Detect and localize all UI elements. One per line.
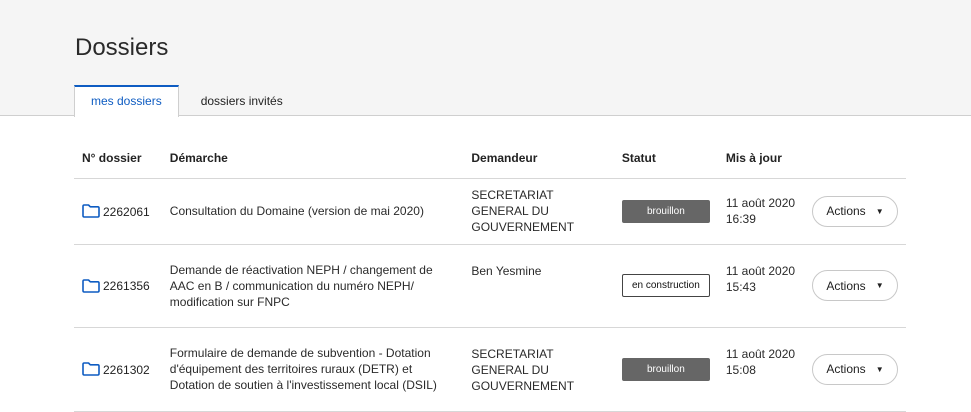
actions-button[interactable]: Actions ▼ (811, 270, 898, 301)
folder-icon (82, 362, 100, 377)
updated-date: 11 août 2020 (725, 196, 796, 210)
demandeur-cell[interactable]: SECRETARIAT GENERAL DU GOUVERNEMENT (463, 178, 614, 245)
dossier-number[interactable]: 2262061 (103, 204, 150, 218)
statut-cell[interactable]: brouillon (613, 327, 718, 412)
dossier-number-cell[interactable]: 2261302 (74, 327, 162, 412)
actions-cell: Actions ▼ (803, 327, 906, 412)
dossier-number-cell[interactable]: 2262061 (74, 178, 162, 245)
header-statut[interactable]: Statut (613, 138, 718, 179)
demarche-cell[interactable]: Demande de réactivation NEPH / changemen… (161, 244, 464, 328)
caret-down-icon: ▼ (875, 206, 884, 216)
tab-mes-dossiers[interactable]: mes dossiers (74, 85, 179, 117)
dossiers-table: N° dossier Démarche Demandeur Statut Mis… (74, 138, 906, 412)
caret-down-icon: ▼ (875, 364, 884, 374)
tab-dossiers-invites[interactable]: dossiers invités (184, 85, 300, 116)
dossier-number[interactable]: 2261356 (103, 279, 150, 293)
table-row[interactable]: 2262061 Consultation du Domaine (version… (74, 178, 906, 245)
header-numero[interactable]: N° dossier (74, 138, 162, 179)
demarche-cell[interactable]: Consultation du Domaine (version de mai … (161, 178, 464, 245)
header-actions (803, 138, 906, 179)
dossier-number-cell[interactable]: 2261356 (74, 244, 162, 328)
updated-cell[interactable]: 11 août 2020 15:08 (717, 327, 804, 412)
header-demarche[interactable]: Démarche (161, 138, 464, 179)
page-header: Dossiers mes dossiers dossiers invités (0, 0, 971, 117)
demandeur-cell[interactable]: SECRETARIAT GENERAL DU GOUVERNEMENT (463, 327, 614, 412)
folder-icon (82, 204, 100, 219)
updated-date: 11 août 2020 (725, 346, 796, 361)
caret-down-icon: ▼ (875, 281, 884, 290)
actions-button[interactable]: Actions ▼ (811, 353, 898, 385)
actions-cell: Actions ▼ (803, 244, 906, 328)
statut-cell[interactable]: en construction (613, 244, 718, 328)
actions-label: Actions (826, 278, 866, 293)
updated-cell[interactable]: 11 août 2020 16:39 (717, 178, 804, 245)
status-badge: en construction (621, 274, 710, 297)
actions-label: Actions (826, 204, 866, 218)
updated-time: 16:39 (725, 212, 756, 226)
actions-label: Actions (826, 362, 866, 376)
statut-cell[interactable]: brouillon (613, 178, 718, 245)
updated-time: 15:08 (725, 362, 756, 377)
table-header-row: N° dossier Démarche Demandeur Statut Mis… (74, 138, 906, 179)
header-mis-a-jour[interactable]: Mis à jour (717, 138, 804, 179)
table-row[interactable]: 2261356 Demande de réactivation NEPH / c… (74, 244, 906, 328)
tabs: mes dossiers dossiers invités (74, 85, 300, 117)
status-badge: brouillon (621, 199, 710, 223)
page-title: Dossiers (75, 34, 169, 61)
demandeur-cell[interactable]: Ben Yesmine (463, 244, 614, 328)
actions-cell: Actions ▼ (803, 178, 906, 245)
updated-cell[interactable]: 11 août 2020 15:43 (717, 244, 804, 328)
actions-button[interactable]: Actions ▼ (811, 195, 898, 227)
status-badge: brouillon (621, 357, 710, 381)
updated-date: 11 août 2020 (725, 263, 796, 278)
table-row[interactable]: 2261302 Formulaire de demande de subvent… (74, 327, 906, 412)
folder-icon (82, 279, 100, 293)
header-demandeur[interactable]: Demandeur (463, 138, 614, 179)
dossier-number[interactable]: 2261302 (103, 362, 150, 376)
updated-time: 15:43 (725, 279, 756, 294)
demarche-cell[interactable]: Formulaire de demande de subvention - Do… (161, 327, 464, 412)
